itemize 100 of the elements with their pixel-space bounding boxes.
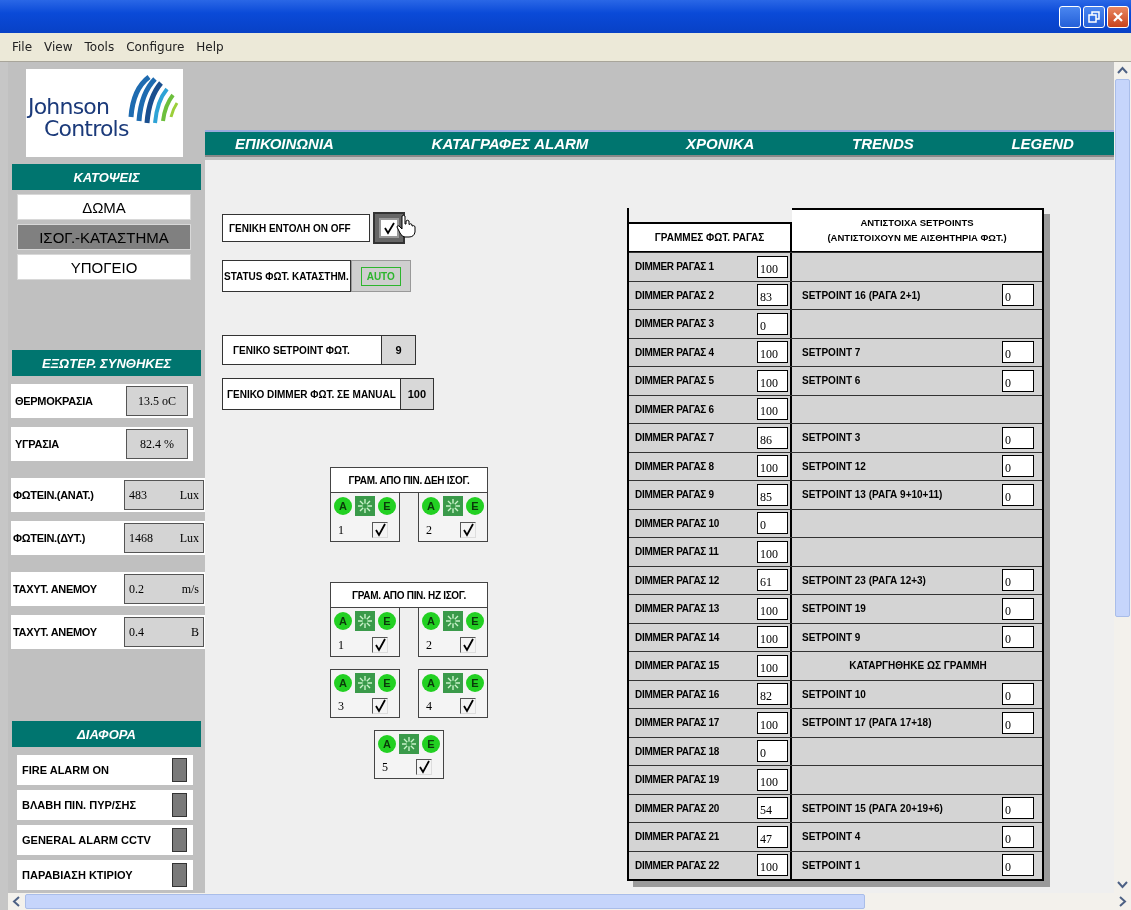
value-field[interactable]: 0 [1002, 426, 1034, 449]
value-field[interactable]: 0 [1002, 455, 1034, 478]
lamp-indicator: A [422, 674, 440, 692]
value-field[interactable]: 100 [757, 341, 788, 364]
alarm-label: ΒΛΑΒΗ ΠΙΝ. ΠΥΡ/ΣΗΣ [22, 799, 137, 811]
column-header: ΑΝΤΙΣΤΟΙΧΑ SETPOINTS (ΑΝΤΙΣΤΟΙΧΟΥΝ ΜΕ ΑΙΣΘΗΤΗΡΙΑ ΦΩΤ.) [792, 208, 1044, 252]
setpoint-label: SETPOINT 19 [802, 603, 866, 615]
menu-item[interactable]: Help [196, 40, 224, 54]
value-display: 9 [382, 335, 416, 365]
scroll-thumb[interactable] [1115, 79, 1130, 617]
value-field[interactable]: 0 [1002, 683, 1034, 706]
dimmer-label: DIMMER ΡΑΓΑΣ 17 [635, 717, 720, 729]
value-field[interactable]: 0 [1002, 369, 1034, 392]
value-field[interactable]: 82 [757, 683, 788, 706]
value-field[interactable]: 100 [757, 540, 788, 563]
value-field[interactable]: 100 [757, 654, 788, 677]
restore-button[interactable] [1083, 5, 1105, 28]
lamp-indicator: E [378, 674, 396, 692]
setpoint-label: SETPOINT 1 [802, 859, 861, 871]
dimmer-label: DIMMER ΡΑΓΑΣ 22 [635, 859, 720, 871]
setpoint-label: SETPOINT 6 [802, 375, 861, 387]
menu-item[interactable]: Tools [84, 40, 115, 54]
lamp-indicator: A [422, 497, 440, 515]
reading-label: ΤΑΧΥΤ. ΑΝΕΜΟΥ [13, 583, 97, 595]
checkbox[interactable] [460, 522, 476, 538]
value-field[interactable]: 0 [757, 740, 788, 763]
lamp-indicator: E [422, 735, 440, 753]
dimmer-label: DIMMER ΡΑΓΑΣ 6 [635, 403, 714, 415]
dimmer-label: DIMMER ΡΑΓΑΣ 7 [635, 432, 714, 444]
minimize-button[interactable] [1059, 5, 1081, 28]
light-icon [443, 673, 463, 693]
floor-button[interactable]: ΔΩΜΑ [17, 194, 191, 220]
value-field[interactable]: 100 [757, 398, 788, 421]
floor-button[interactable]: ΙΣΟΓ.-ΚΑΤΑΣΤΗΜΑ [17, 224, 191, 250]
nav-link[interactable]: TRENDS [852, 135, 914, 152]
checkbox[interactable] [460, 637, 476, 653]
value-field[interactable]: 0 [1002, 626, 1034, 649]
panel-number: 1 [338, 637, 344, 653]
value-field[interactable]: 0 [1002, 483, 1034, 506]
value-field[interactable]: 100 [757, 711, 788, 734]
dimmer-label: DIMMER ΡΑΓΑΣ 21 [635, 831, 720, 843]
nav-link[interactable]: LEGEND [1011, 135, 1074, 152]
lamp-indicator: A [334, 674, 352, 692]
nav-link[interactable]: ΕΠΙΚΟΙΝΩΝΙΑ [235, 135, 334, 152]
checkbox[interactable] [372, 637, 388, 653]
setpoint-label: SETPOINT 17 (ΡΑΓΑ 17+18) [802, 717, 932, 729]
value-field[interactable]: 0 [1002, 797, 1034, 820]
light-icon [443, 611, 463, 631]
value-field[interactable]: 0 [1002, 597, 1034, 620]
dimmer-label: DIMMER ΡΑΓΑΣ 16 [635, 688, 720, 700]
value-field[interactable]: 0 [1002, 341, 1034, 364]
light-icon [355, 611, 375, 631]
value-field[interactable]: 100 [757, 597, 788, 620]
value-field[interactable]: 0 [757, 512, 788, 535]
group-title: ΓΡΑΜ. ΑΠΟ ΠΙΝ. ΔΕΗ ΙΣΟΓ. [330, 467, 488, 493]
checkbox[interactable] [372, 698, 388, 714]
value-field[interactable]: 0 [1002, 284, 1034, 307]
reading-value: 483 [129, 487, 147, 503]
value-field[interactable]: 85 [757, 483, 788, 506]
menu-item[interactable]: View [44, 40, 73, 54]
value-field[interactable]: 83 [757, 284, 788, 307]
value-field[interactable]: 0 [1002, 825, 1034, 848]
checkbox[interactable] [416, 759, 432, 775]
checkbox[interactable] [460, 698, 476, 714]
dimmer-label: DIMMER ΡΑΓΑΣ 9 [635, 489, 714, 501]
value-field[interactable]: 0 [1002, 711, 1034, 734]
section-header: ΚΑΤΟΨΕΙΣ [12, 164, 201, 190]
value-field[interactable]: 61 [757, 569, 788, 592]
value-field[interactable]: 100 [757, 768, 788, 791]
setpoint-label: SETPOINT 23 (ΡΑΓΑ 12+3) [802, 574, 926, 586]
checkbox[interactable] [372, 522, 388, 538]
lamp-indicator: A [422, 612, 440, 630]
vertical-scrollbar[interactable] [1114, 62, 1131, 893]
scroll-thumb[interactable] [25, 894, 865, 909]
floor-button[interactable]: ΥΠΟΓΕΙΟ [17, 254, 191, 280]
nav-link[interactable]: ΚΑΤΑΓΡΑΦΕΣ ALARM [431, 135, 589, 152]
value-field[interactable]: 86 [757, 426, 788, 449]
lamp-indicator: E [466, 674, 484, 692]
value-field[interactable]: 100 [757, 626, 788, 649]
alarm-label: GENERAL ALARM CCTV [22, 834, 151, 846]
value-field[interactable]: 0 [1002, 854, 1034, 877]
unit-label: Lux [179, 487, 199, 503]
value-field[interactable]: 0 [757, 312, 788, 335]
panel-number: 5 [382, 759, 388, 775]
value-field[interactable]: 47 [757, 825, 788, 848]
close-button[interactable] [1107, 5, 1129, 28]
checkbox[interactable] [379, 218, 399, 238]
value-field[interactable]: 100 [757, 854, 788, 877]
value-field[interactable]: 0 [1002, 569, 1034, 592]
setpoint-label: SETPOINT 3 [802, 432, 861, 444]
lamp-indicator: E [466, 497, 484, 515]
nav-link[interactable]: ΧΡΟΝΙΚΑ [686, 135, 755, 152]
dimmer-label: DIMMER ΡΑΓΑΣ 15 [635, 660, 720, 672]
menu-item[interactable]: File [12, 40, 33, 54]
value-field[interactable]: 54 [757, 797, 788, 820]
value-field[interactable]: 100 [757, 369, 788, 392]
value-field[interactable]: 100 [757, 255, 788, 278]
value-field[interactable]: 100 [757, 455, 788, 478]
menu-item[interactable]: Configure [126, 40, 185, 54]
horizontal-scrollbar[interactable] [0, 893, 1131, 910]
